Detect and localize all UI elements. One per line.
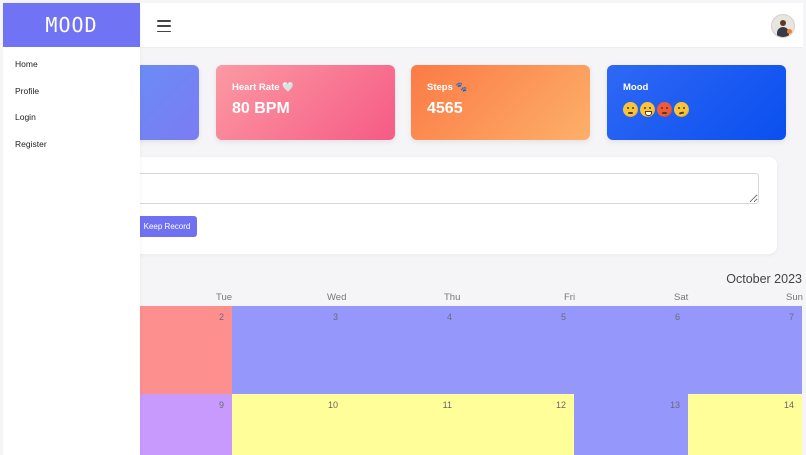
record-textarea[interactable] (133, 173, 759, 204)
calendar-day-cell[interactable]: 4 (346, 306, 460, 394)
slight-smile-emoji-icon[interactable] (623, 102, 638, 117)
steps-card: Steps 🐾 4565 (411, 65, 590, 140)
sidebar-nav: Home Profile Login Register (3, 47, 140, 157)
keep-record-button[interactable]: Keep Record (137, 216, 197, 237)
calendar-day-cell[interactable]: 13 (574, 394, 688, 455)
calendar-day-cell[interactable]: 10 (232, 394, 346, 455)
calendar-day-cell[interactable]: 12 (460, 394, 574, 455)
calendar-day-cell[interactable]: 3 (232, 306, 346, 394)
mood-emoji-row (623, 102, 689, 117)
day-header-wed: Wed (327, 292, 347, 303)
sidebar: MOOD Home Profile Login Register (3, 3, 140, 455)
calendar-day-cell[interactable]: 5 (460, 306, 574, 394)
steps-value: 4565 (427, 100, 463, 117)
heart-rate-value: 80 BPM (232, 100, 290, 117)
day-header-fri: Fri (564, 292, 576, 303)
mood-label: Mood (623, 82, 649, 93)
heart-rate-card: Heart Rate 🤍 80 BPM (216, 65, 395, 140)
day-header-tue: Tue (216, 292, 233, 303)
record-panel: Keep Record (133, 157, 777, 254)
sidebar-item-home[interactable]: Home (3, 51, 140, 78)
day-header-sat: Sat (674, 292, 689, 303)
stat-card-partial (133, 65, 199, 140)
brand-logo[interactable]: MOOD (3, 3, 140, 47)
calendar-day-cell[interactable]: 6 (574, 306, 688, 394)
calendar-day-cell[interactable]: 2 (140, 306, 232, 394)
sidebar-item-login[interactable]: Login (3, 104, 140, 131)
mood-card: Mood (607, 65, 786, 140)
raised-eyebrow-emoji-icon[interactable] (674, 102, 689, 117)
sidebar-item-register[interactable]: Register (3, 131, 140, 158)
calendar-day-cell[interactable]: 14 (688, 394, 802, 455)
calendar-day-cell[interactable]: 11 (346, 394, 460, 455)
calendar-day-cell[interactable]: 7 (688, 306, 802, 394)
grin-emoji-icon[interactable] (640, 102, 655, 117)
sidebar-item-profile[interactable]: Profile (3, 78, 140, 105)
menu-toggle-icon[interactable] (157, 20, 171, 32)
steps-label: Steps 🐾 (427, 82, 468, 93)
angry-emoji-icon[interactable] (657, 102, 672, 117)
day-header-sun: Sun (786, 292, 803, 303)
calendar-day-cell[interactable]: 9 (140, 394, 232, 455)
user-avatar[interactable] (771, 14, 795, 38)
day-header-thu: Thu (444, 292, 461, 303)
calendar-month-title: October 2023 (726, 272, 802, 286)
heart-rate-label: Heart Rate 🤍 (232, 82, 294, 93)
